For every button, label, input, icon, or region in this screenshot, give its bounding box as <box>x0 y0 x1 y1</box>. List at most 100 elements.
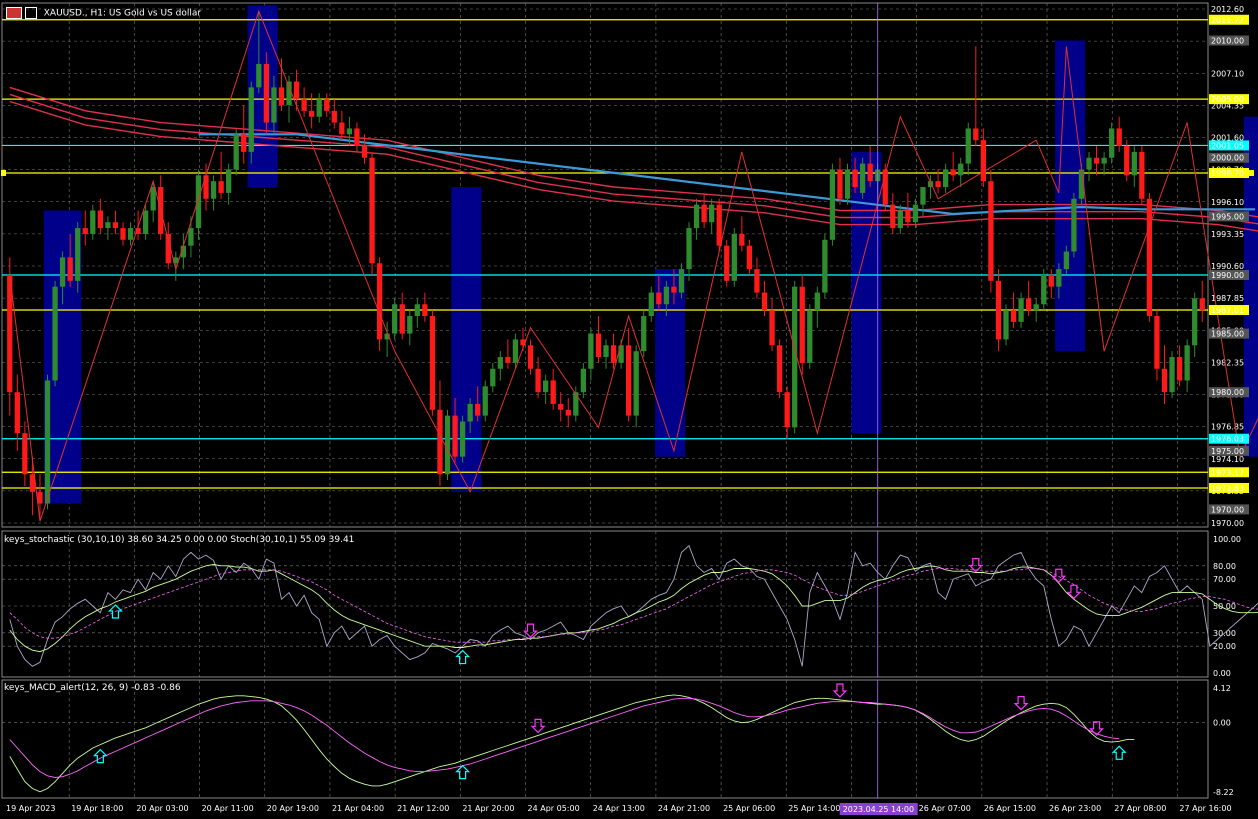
candle-body <box>1176 357 1183 381</box>
price-tick-label: 1970.00 <box>1211 519 1244 528</box>
candle-body <box>1033 304 1039 311</box>
candle-body <box>1169 357 1175 393</box>
candle-body <box>203 175 209 199</box>
time-tick-label: 21 Apr 12:00 <box>397 804 449 813</box>
symbol-title: XAUUSD., H1: US Gold vs US dollar <box>43 8 202 19</box>
candle-body <box>935 181 941 188</box>
time-tick-label: 21 Apr 04:00 <box>332 804 384 813</box>
price-tag-label: 1980.00 <box>1211 388 1244 397</box>
price-tag-label: 1976.03 <box>1211 435 1244 444</box>
candle-body <box>188 228 194 246</box>
candle-body <box>905 210 911 223</box>
candle-body <box>346 128 353 135</box>
candle-body <box>837 169 843 199</box>
candle-body <box>829 169 836 240</box>
candle-body <box>1192 298 1198 346</box>
candle-body <box>610 345 617 363</box>
price-tag-label: 2005.00 <box>1211 95 1244 104</box>
candle-body <box>731 233 737 281</box>
candle-body <box>890 204 896 229</box>
candle-body <box>90 210 96 234</box>
candle-body <box>709 204 715 223</box>
signal-box <box>1243 116 1258 457</box>
candle-body <box>1018 298 1024 322</box>
candle-body <box>218 181 224 193</box>
candle-body <box>950 169 956 176</box>
macd-tick-label: -8.22 <box>1213 788 1234 797</box>
candle-body <box>414 304 420 316</box>
candle-body <box>399 304 405 334</box>
time-tick-label: 20 Apr 11:00 <box>202 804 254 813</box>
candle-body <box>1071 198 1077 252</box>
candle-body <box>1139 151 1145 199</box>
candle-body <box>82 228 88 234</box>
price-tag-label: 1971.83 <box>1211 484 1244 493</box>
candle-body <box>1003 310 1009 340</box>
time-tick-label: 25 Apr 14:00 <box>788 804 840 813</box>
candle-body <box>641 315 647 352</box>
candle-body <box>226 169 232 193</box>
stoch-label: keys_stochastic (30,10,10) 38.60 34.25 0… <box>4 535 355 545</box>
candle-body <box>376 263 383 340</box>
price-tag-label: 1990.00 <box>1211 271 1244 280</box>
candle-body <box>995 280 1002 340</box>
candle-body <box>807 310 813 363</box>
candle-body <box>897 210 903 229</box>
price-tag-label: 1987.01 <box>1211 306 1244 315</box>
level-marker <box>1249 169 1254 176</box>
candle-body <box>278 87 285 105</box>
candle-body <box>361 146 368 158</box>
stoch-arrow-down-icon <box>1051 568 1067 584</box>
candle-body <box>256 63 262 88</box>
candle-body <box>1116 128 1122 147</box>
price-tick-label: 2012.60 <box>1211 5 1244 14</box>
candle-body <box>210 181 217 199</box>
candle-body <box>142 210 149 234</box>
chart-icon[interactable] <box>6 7 22 19</box>
price-tick-label: 1974.10 <box>1211 455 1244 464</box>
candle-body <box>626 345 632 416</box>
candle-body <box>701 204 707 223</box>
candle-body <box>1056 269 1062 287</box>
candle-body <box>867 163 873 182</box>
candle-body <box>588 333 594 369</box>
macd-tick-label: 4.12 <box>1213 684 1231 693</box>
price-tag-label: 2001.05 <box>1211 141 1244 150</box>
candle-body <box>1010 310 1017 322</box>
candle-body <box>505 357 511 363</box>
candle-body <box>195 175 202 229</box>
chart-canvas[interactable]: 19 Apr 2023 19 Apr 18:00 20 Apr 03:00 20 Ap… <box>0 0 1258 819</box>
candle-body <box>52 286 58 381</box>
price-tick-label: 1996.10 <box>1211 198 1244 207</box>
candle-body <box>973 128 979 141</box>
window-icon[interactable] <box>24 7 37 19</box>
candle-body <box>965 128 971 164</box>
candle-body <box>754 269 760 293</box>
candle-body <box>369 157 375 264</box>
candle-body <box>527 345 534 369</box>
macd-arrow-down-icon <box>1013 696 1029 711</box>
candle-body <box>248 87 254 152</box>
candle-body <box>512 339 519 363</box>
candle-body <box>1086 157 1092 170</box>
price-tick-label: 1982.35 <box>1211 358 1244 367</box>
candle-body <box>1146 198 1153 316</box>
candle-body <box>286 81 292 105</box>
candle-body <box>565 409 571 416</box>
candle-body <box>44 380 51 504</box>
stoch-tick-label: 20.00 <box>1213 642 1236 651</box>
time-tick-label: 21 Apr 20:00 <box>462 804 514 813</box>
candle-body <box>859 163 866 193</box>
time-tick-label: 20 Apr 03:00 <box>136 804 188 813</box>
candle-body <box>97 210 103 229</box>
time-tick-label: 26 Apr 23:00 <box>1049 804 1101 813</box>
candle-body <box>686 228 692 270</box>
candle-body <box>437 409 443 475</box>
stoch-tick-label: 100.00 <box>1213 535 1241 544</box>
candle-body <box>392 304 398 334</box>
price-tick-label: 1993.35 <box>1211 230 1244 239</box>
candle-body <box>633 351 639 416</box>
stoch-tick-label: 70.00 <box>1213 575 1236 584</box>
level-marker <box>1 169 6 176</box>
candle-body <box>912 204 919 223</box>
